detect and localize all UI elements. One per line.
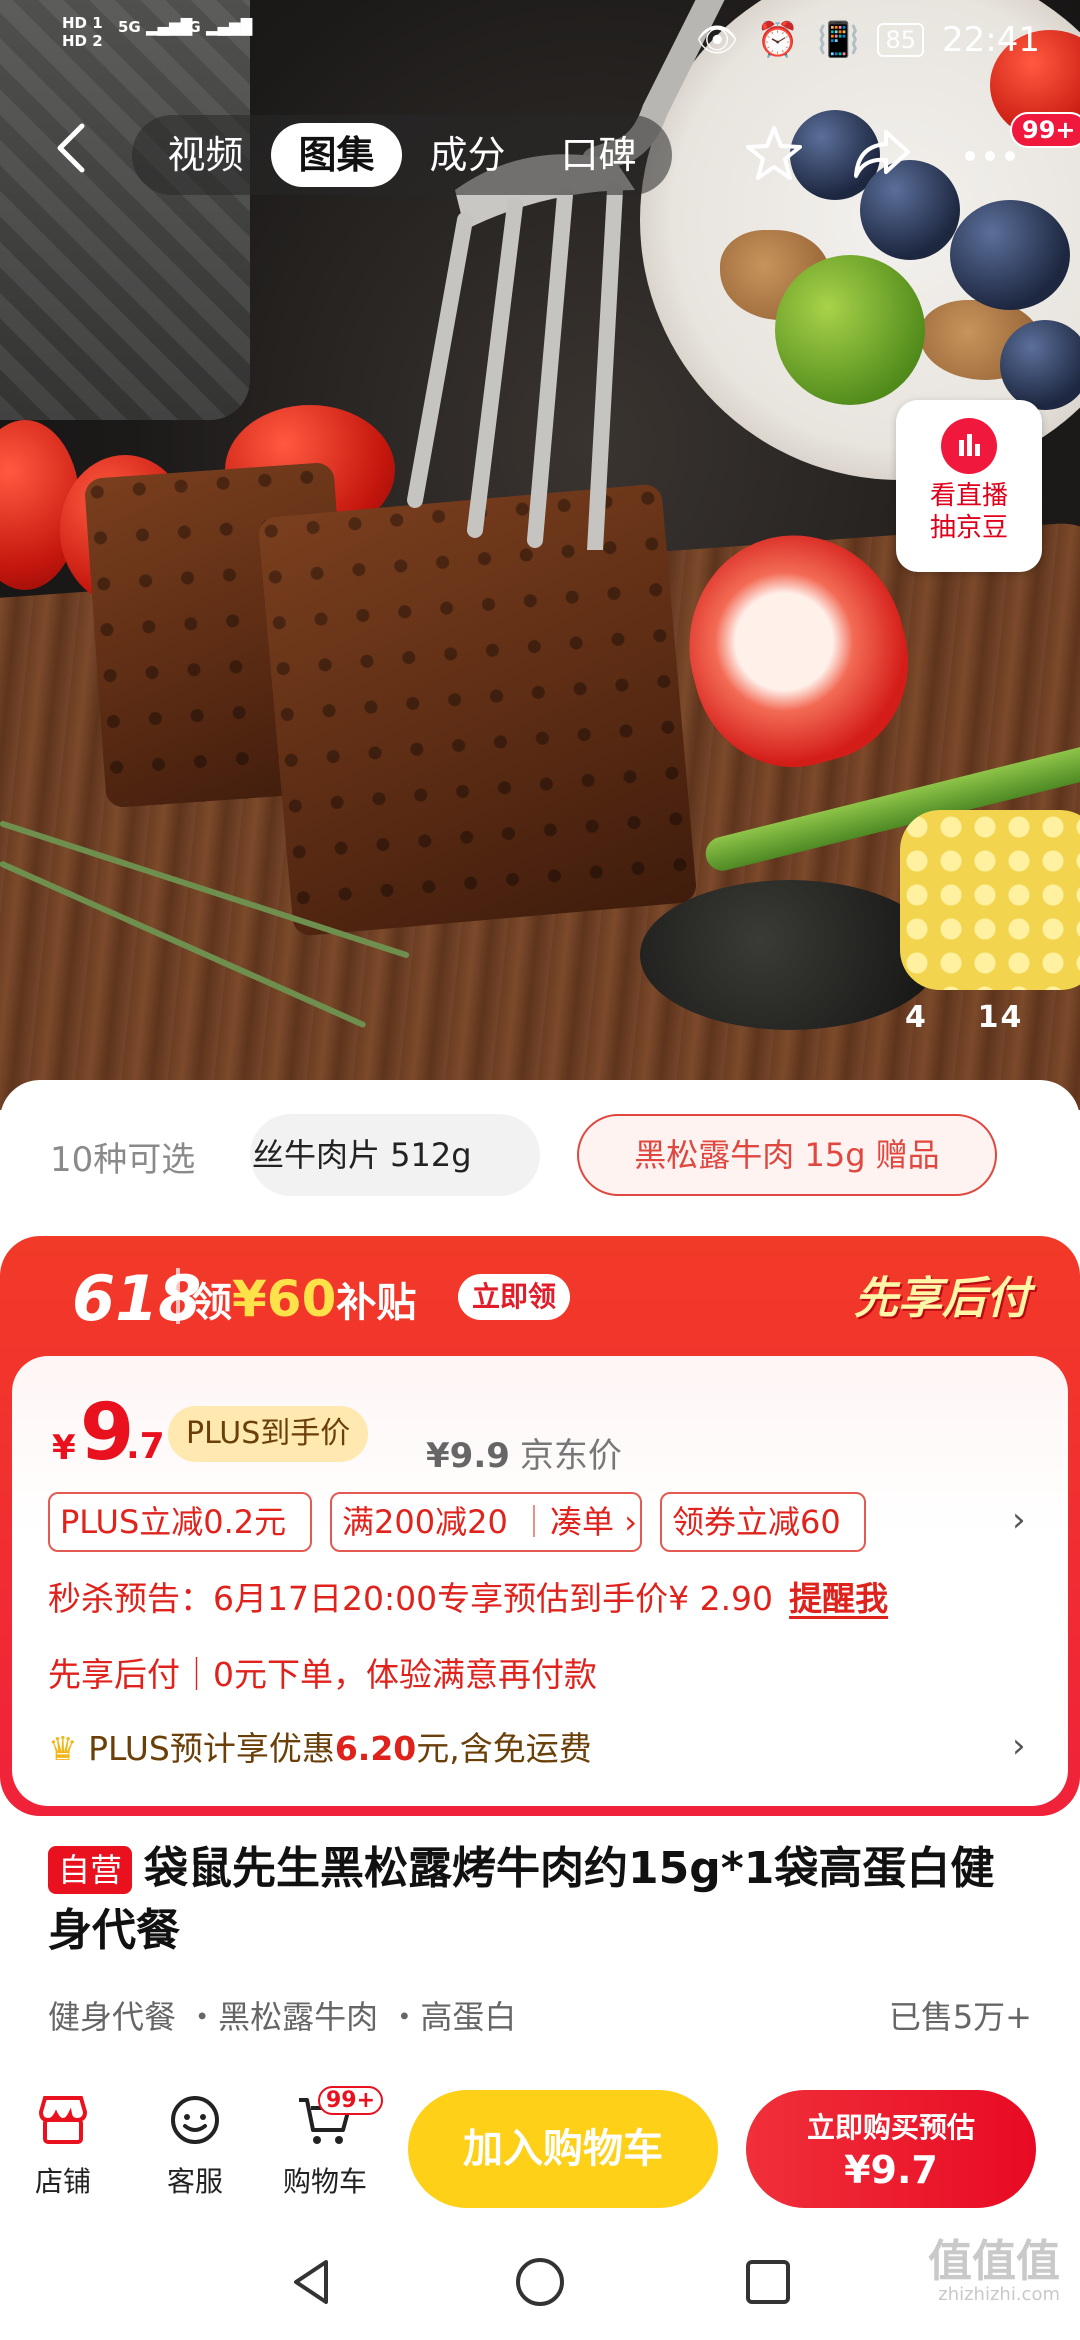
corn [900, 810, 1080, 990]
battery-indicator: 85 [877, 23, 925, 57]
watermark: 值值值 zhizhizhi.com [928, 2236, 1060, 2306]
fork [407, 0, 725, 550]
add-to-cart-button[interactable]: 加入购物车 [408, 2090, 718, 2208]
coupon-plus[interactable]: PLUS立减0.2元 [48, 1492, 312, 1552]
tab-reviews[interactable]: 口碑 [533, 123, 664, 187]
chevron-right-icon[interactable]: › [1012, 1500, 1026, 1540]
variant-option-1[interactable]: 丝牛肉片 512g [250, 1114, 540, 1196]
blueberry [950, 200, 1070, 310]
chevron-right-icon[interactable]: › [1012, 1726, 1026, 1766]
beef-cube [257, 483, 698, 937]
divider [176, 1268, 180, 1324]
live-line2: 抽京豆 [929, 513, 1008, 543]
store-button[interactable]: 店铺 [8, 2090, 118, 2200]
buy-now-button[interactable]: 立即购买预估 ¥9.7 [746, 2090, 1036, 2208]
share-icon[interactable] [850, 122, 914, 186]
alarm-icon: ⏰ [756, 20, 800, 60]
sold-count: 已售5万+ [888, 1998, 1032, 2036]
blueberry [1000, 320, 1080, 410]
event-logo: 618 [72, 1262, 202, 1335]
cart-badge: 99+ [318, 2086, 384, 2115]
more-badge: 99+ [1010, 112, 1080, 148]
variant-count[interactable]: 10种可选 [50, 1132, 195, 1181]
system-back-icon[interactable] [282, 2252, 342, 2312]
truffle [640, 880, 940, 1030]
tab-gallery[interactable]: 图集 [271, 123, 402, 187]
system-home-icon[interactable] [510, 2252, 570, 2312]
product-features: 健身代餐 ・黑松露牛肉 ・高蛋白 [48, 1998, 517, 2036]
live-line1: 看直播 [929, 481, 1008, 511]
eye-icon: 👁 [695, 20, 739, 60]
product-title: 袋鼠先生黑松露烤牛肉约15g*1袋高蛋白健身代餐 [48, 1843, 995, 1956]
claim-subsidy-button[interactable]: 立即领 [458, 1274, 571, 1320]
service-icon [171, 2096, 219, 2144]
self-operated-tag: 自营 [48, 1846, 133, 1894]
flash-sale-notice: 秒杀预告：6月17日20:00专享预估到手价¥ 2.90 提醒我 [48, 1579, 889, 1618]
tab-ingredients[interactable]: 成分 [402, 123, 533, 187]
bnpl-banner[interactable]: 先享后付 [854, 1262, 1030, 1326]
live-icon [941, 418, 997, 474]
live-stream-widget[interactable]: 看直播 抽京豆 [896, 400, 1042, 572]
clock: 22:41 [942, 20, 1040, 60]
variant-option-2[interactable]: 黑松露牛肉 15g 赠品 [577, 1114, 997, 1196]
price-decimal: .7 [126, 1426, 165, 1467]
plus-benefit-line[interactable]: ♛ PLUS预计享优惠6.20元,含免运费 [48, 1722, 592, 1770]
status-bar: HD 1 HD 2 5G ▂▄▆█ 4G ▂▄▆█ 👁 ⏰ 📳 85 22:41 [0, 0, 1080, 80]
system-recents-icon[interactable] [738, 2252, 798, 2312]
coupon-discount[interactable]: 满200减20 ｜凑单 › [330, 1492, 642, 1552]
vibrate-icon: 📳 [817, 20, 860, 60]
green-grape [775, 255, 925, 405]
gallery-counter: 4 14 [905, 1000, 1024, 1035]
signal-4g-icon: 4G ▂▄▆█ [178, 18, 253, 36]
hd-indicator: HD 1 HD 2 [62, 14, 103, 50]
media-tabs: 视频 图集 成分 口碑 [132, 115, 672, 195]
store-icon [38, 2096, 88, 2144]
tab-video[interactable]: 视频 [140, 123, 271, 187]
price-symbol: ¥ [52, 1428, 76, 1468]
crown-icon: ♛ [48, 1729, 78, 1768]
coupon-voucher[interactable]: 领券立减60 [660, 1492, 866, 1552]
remind-me-link[interactable]: 提醒我 [789, 1579, 888, 1618]
product-detail-page: HD 1 HD 2 5G ▂▄▆█ 4G ▂▄▆█ 👁 ⏰ 📳 85 22:41 … [0, 0, 1080, 2340]
customer-service-button[interactable]: 客服 [140, 2090, 250, 2200]
plus-price-tag: PLUS到手价 [168, 1406, 369, 1462]
back-icon[interactable] [44, 118, 104, 178]
bnpl-line[interactable]: 先享后付｜0元下单，体验满意再付款 [48, 1648, 597, 1696]
subsidy-text: 领¥60补贴 [192, 1270, 417, 1328]
jd-price: ¥9.9 京东价 [426, 1436, 622, 1476]
star-icon[interactable] [742, 122, 806, 186]
